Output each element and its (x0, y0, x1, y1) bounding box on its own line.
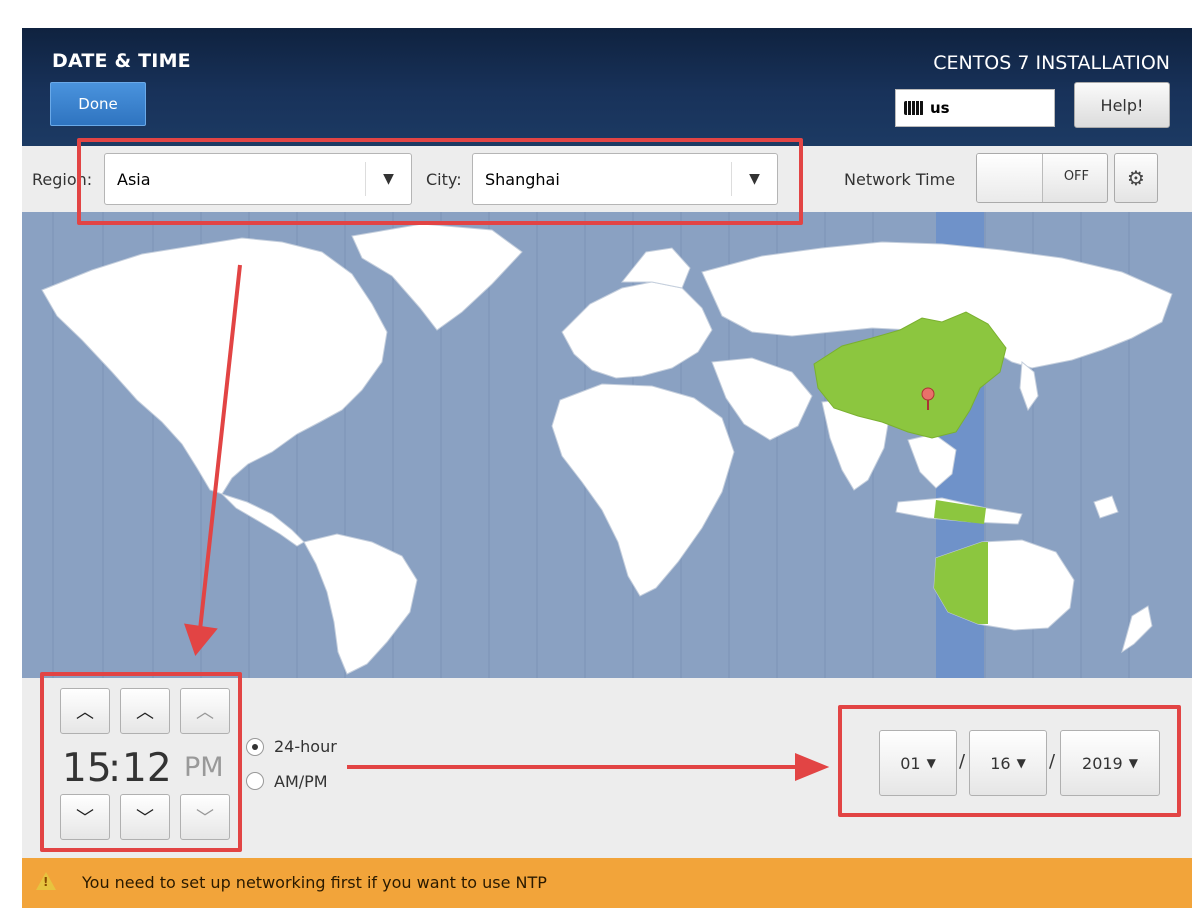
arrowhead-date (795, 753, 830, 781)
annotation-arrows (184, 264, 830, 781)
arrowhead-time (184, 623, 218, 657)
screenshot-frame: DATE & TIME Done CENTOS 7 INSTALLATION u… (0, 0, 1202, 917)
arrow-to-time (198, 264, 242, 631)
